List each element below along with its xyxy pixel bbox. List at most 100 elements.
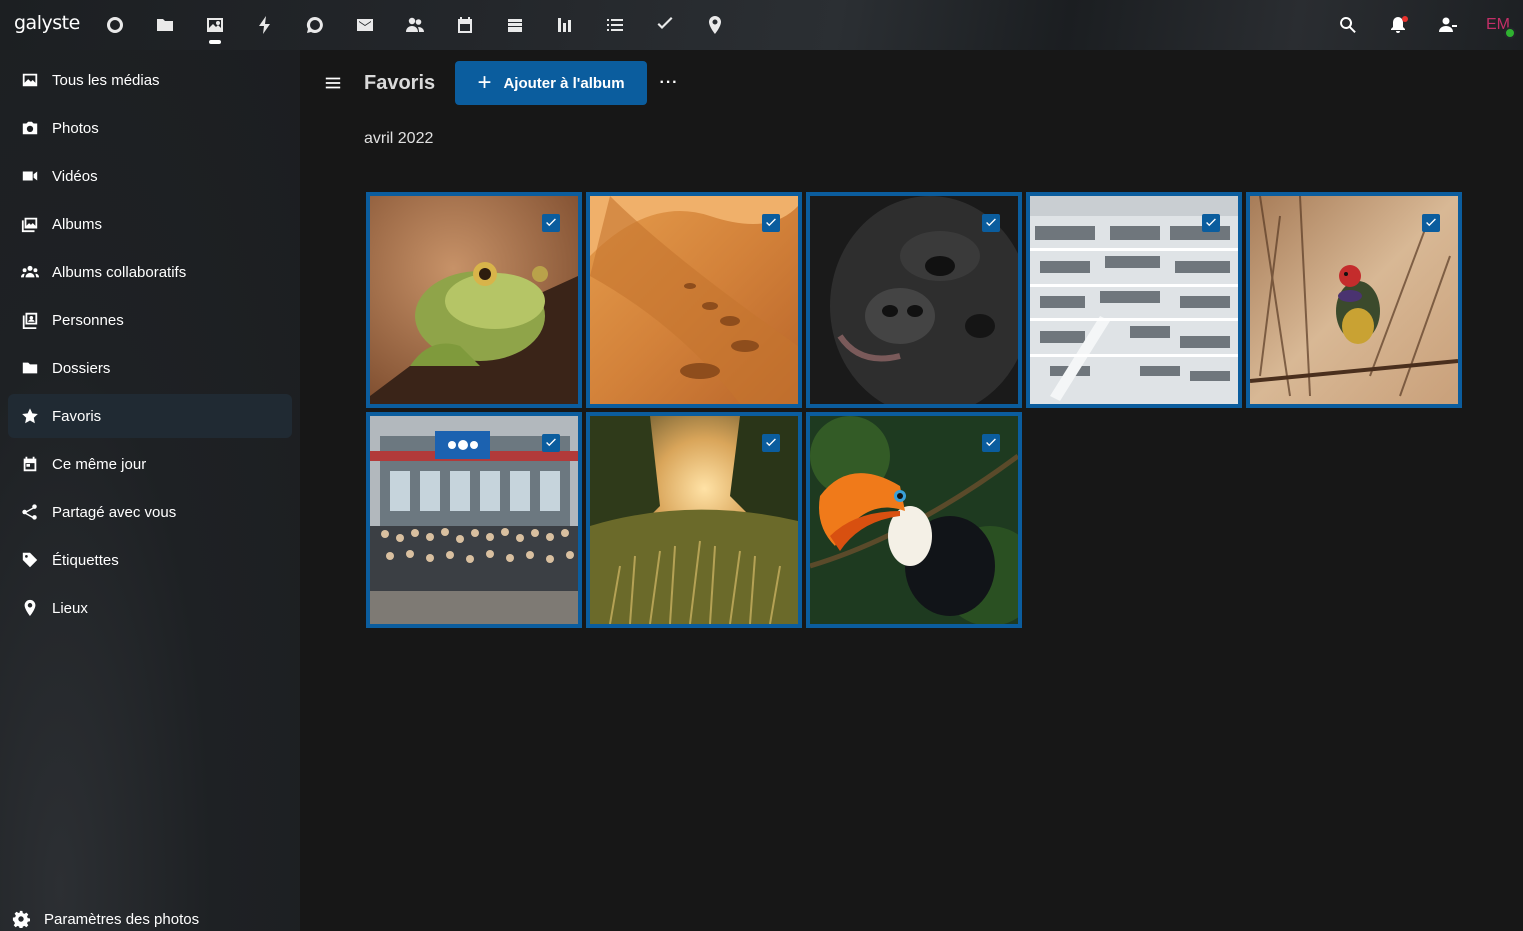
contacts-menu-icon [1439, 17, 1457, 32]
folder-icon [20, 358, 40, 378]
more-actions-button[interactable]: ··· [652, 61, 686, 105]
app-tasks-list[interactable] [590, 0, 640, 50]
app-logo[interactable]: galyste [14, 12, 80, 34]
map-pin-icon [709, 16, 721, 34]
photos-settings-button[interactable]: Paramètres des photos [12, 907, 199, 931]
group-icon [20, 262, 40, 282]
selection-checkbox[interactable] [982, 434, 1000, 452]
sidebar-item-photos[interactable]: Photos [8, 106, 292, 150]
chart-icon [558, 18, 571, 32]
sidebar-item-all-media[interactable]: Tous les médias [8, 58, 292, 102]
gear-icon [12, 910, 30, 928]
sidebar-item-label: Photos [52, 119, 99, 137]
page-title: Favoris [364, 72, 436, 94]
hamburger-icon [325, 77, 341, 89]
selection-checkbox[interactable] [1422, 214, 1440, 232]
chat-icon [306, 16, 323, 33]
sidebar-item-shared-with-you[interactable]: Partagé avec vous [8, 490, 292, 534]
sidebar-item-people[interactable]: Personnes [8, 298, 292, 342]
selection-checkbox[interactable] [762, 214, 780, 232]
photo-tile-library[interactable] [1026, 192, 1242, 408]
selection-checkbox[interactable] [982, 214, 1000, 232]
calendar-icon [20, 454, 40, 474]
image-icon [20, 70, 40, 90]
section-date-heading: avril 2022 [364, 130, 434, 147]
sidebar-item-places[interactable]: Lieux [8, 586, 292, 630]
check-icon [986, 438, 996, 447]
app-photos[interactable] [190, 0, 240, 50]
search-icon [1340, 17, 1356, 33]
photo-tile-bird[interactable] [1246, 192, 1462, 408]
app-contacts[interactable] [390, 0, 440, 50]
deck-icon [508, 19, 522, 32]
selection-checkbox[interactable] [1202, 214, 1220, 232]
user-menu[interactable]: EM [1473, 0, 1523, 50]
header-right: EM [1323, 0, 1523, 50]
star-icon [20, 406, 40, 426]
app-mail[interactable] [340, 0, 390, 50]
app-deck[interactable] [490, 0, 540, 50]
main-content: Favoris + Ajouter à l'album ··· avril 20… [300, 50, 1523, 931]
image-icon [207, 18, 223, 32]
settings-label: Paramètres des photos [44, 910, 200, 928]
check-icon [1206, 218, 1216, 227]
selection-checkbox[interactable] [542, 434, 560, 452]
app-calendar[interactable] [440, 0, 490, 50]
photo-tile-toucan[interactable] [806, 412, 1022, 628]
check-icon [546, 218, 556, 227]
tag-icon [20, 550, 40, 570]
notifications-button[interactable] [1373, 0, 1423, 50]
avatar[interactable]: EM [1482, 9, 1516, 41]
app-talk[interactable] [290, 0, 340, 50]
app-dashboard[interactable] [90, 0, 140, 50]
photo-tile-desert[interactable] [586, 192, 802, 408]
person-icon [20, 310, 40, 330]
check-icon [766, 218, 776, 227]
add-to-album-label: Ajouter à l'album [503, 74, 625, 92]
app-analytics[interactable] [540, 0, 590, 50]
check-icon [546, 438, 556, 447]
sidebar-item-on-this-day[interactable]: Ce même jour [8, 442, 292, 486]
bolt-icon [259, 16, 270, 34]
calendar-icon [458, 17, 472, 33]
sidebar-item-favorites[interactable]: Favoris [8, 394, 292, 438]
selection-checkbox[interactable] [542, 214, 560, 232]
sidebar-item-label: Vidéos [52, 167, 98, 185]
app-files[interactable] [140, 0, 190, 50]
photo-tile-frog[interactable] [366, 192, 582, 408]
camera-icon [20, 118, 40, 138]
sidebar-item-folders[interactable]: Dossiers [8, 346, 292, 390]
sidebar-item-shared-albums[interactable]: Albums collaboratifs [8, 250, 292, 294]
check-icon [766, 438, 776, 447]
add-to-album-button[interactable]: + Ajouter à l'album [455, 61, 647, 105]
sidebar-item-tags[interactable]: Étiquettes [8, 538, 292, 582]
sidebar-item-albums[interactable]: Albums [8, 202, 292, 246]
sidebar-toggle-button[interactable] [316, 66, 350, 100]
share-icon [20, 502, 40, 522]
sidebar: Tous les médias Photos Vidéos Albums Alb… [0, 50, 300, 931]
mail-icon [357, 19, 373, 31]
photo-tile-group[interactable] [366, 412, 582, 628]
photo-tile-sunset-field[interactable] [586, 412, 802, 628]
map-pin-icon [20, 598, 40, 618]
notification-dot [1402, 16, 1408, 22]
contacts-menu-button[interactable] [1423, 0, 1473, 50]
circle-icon [107, 17, 123, 33]
app-switcher [90, 0, 740, 50]
app-maps[interactable] [690, 0, 740, 50]
sidebar-item-videos[interactable]: Vidéos [8, 154, 292, 198]
sidebar-item-label: Favoris [52, 407, 102, 425]
app-tasks[interactable] [640, 0, 690, 50]
top-bar: galyste EM [0, 0, 1523, 50]
sidebar-item-label: Partagé avec vous [52, 503, 177, 521]
photo-tile-gorilla[interactable] [806, 192, 1022, 408]
sidebar-item-label: Ce même jour [52, 455, 147, 473]
unified-search-button[interactable] [1323, 0, 1373, 50]
selection-checkbox[interactable] [762, 434, 780, 452]
app-activity[interactable] [240, 0, 290, 50]
sidebar-item-label: Lieux [52, 599, 88, 617]
sidebar-item-label: Albums collaboratifs [52, 263, 187, 281]
online-status-indicator [1504, 27, 1516, 39]
list-icon [607, 19, 623, 31]
sidebar-item-label: Tous les médias [52, 71, 160, 89]
